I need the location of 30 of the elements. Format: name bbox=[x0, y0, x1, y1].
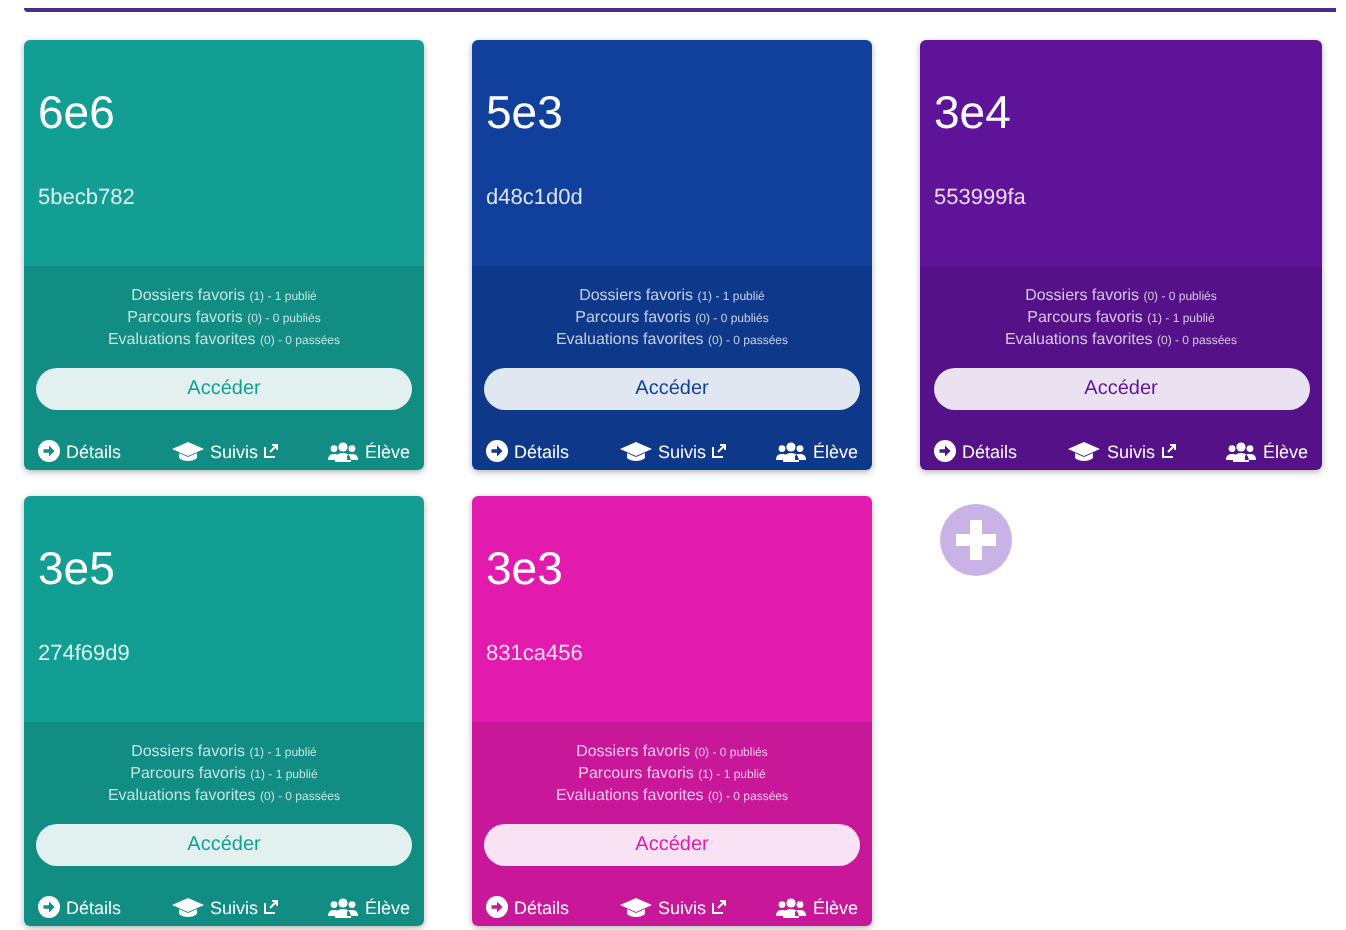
card-code: 5becb782 bbox=[38, 186, 135, 210]
card-title: 3e3 bbox=[486, 542, 563, 596]
followed-link[interactable]: Suivis bbox=[619, 440, 726, 462]
access-button[interactable]: Accéder bbox=[36, 368, 412, 410]
card-code: 831ca456 bbox=[486, 642, 583, 666]
details-link[interactable]: Détails bbox=[38, 440, 122, 462]
details-link[interactable]: Détails bbox=[38, 896, 122, 918]
details-link[interactable]: Détails bbox=[486, 896, 570, 918]
access-button[interactable]: Accéder bbox=[484, 824, 860, 866]
details-link[interactable]: Détails bbox=[486, 440, 570, 462]
card-title: 6e6 bbox=[38, 86, 115, 140]
card-code: 553999fa bbox=[934, 186, 1026, 210]
student-link[interactable]: Élève bbox=[1226, 440, 1308, 462]
card-title: 5e3 bbox=[486, 86, 563, 140]
card-title: 3e4 bbox=[934, 86, 1011, 140]
student-link[interactable]: Élève bbox=[776, 440, 858, 462]
student-link[interactable]: Élève bbox=[328, 896, 410, 918]
details-link[interactable]: Détails bbox=[934, 440, 1018, 462]
followed-link[interactable]: Suivis bbox=[619, 896, 726, 918]
student-link[interactable]: Élève bbox=[776, 896, 858, 918]
followed-link[interactable]: Suivis bbox=[171, 896, 278, 918]
student-link[interactable]: Élève bbox=[328, 440, 410, 462]
card-code: 274f69d9 bbox=[38, 642, 130, 666]
access-button[interactable]: Accéder bbox=[933, 368, 1309, 410]
card-code: d48c1d0d bbox=[486, 186, 583, 210]
access-button[interactable]: Accéder bbox=[36, 824, 412, 866]
followed-link[interactable]: Suivis bbox=[171, 440, 278, 462]
card-title: 3e5 bbox=[38, 542, 115, 596]
followed-link[interactable]: Suivis bbox=[1068, 440, 1175, 462]
access-button[interactable]: Accéder bbox=[484, 368, 860, 410]
